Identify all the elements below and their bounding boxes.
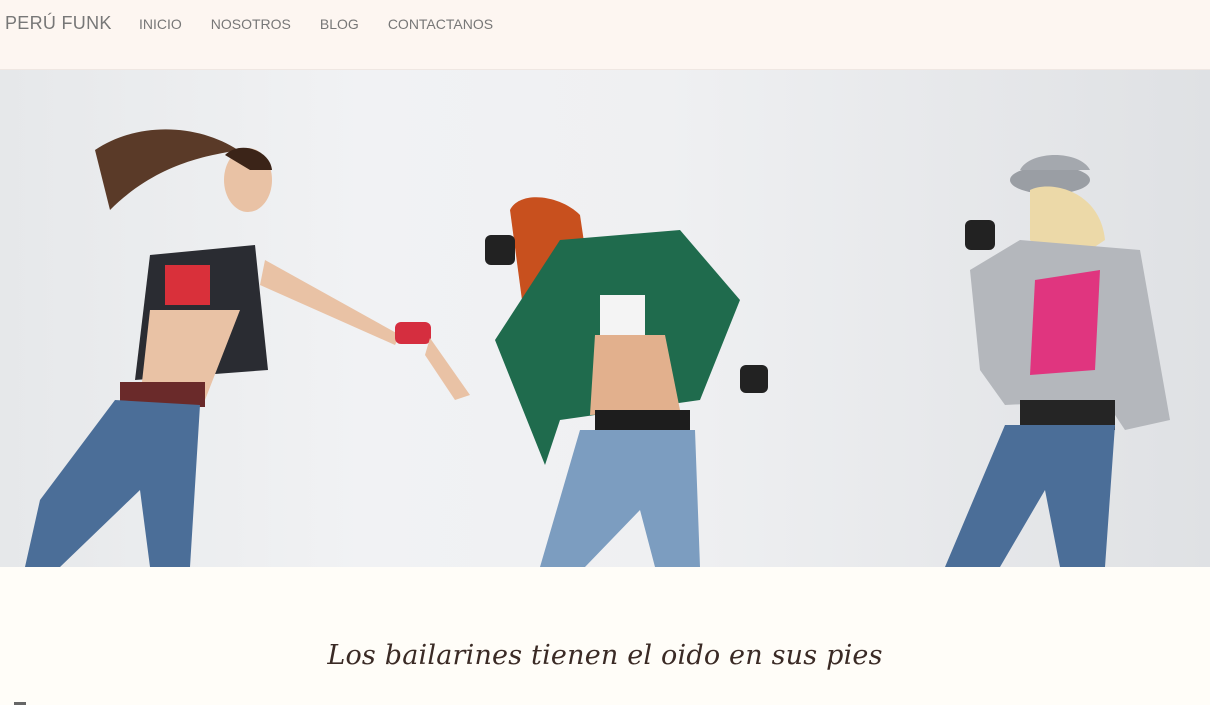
hero-dancers-illustration: [25, 129, 1170, 567]
hero-banner: [0, 70, 1210, 567]
dancer-right: [945, 155, 1170, 567]
top-navbar: PERÚ FUNK INICIO NOSOTROS BLOG CONTACTAN…: [0, 0, 1210, 70]
brand-logo[interactable]: PERÚ FUNK: [5, 13, 112, 34]
page-tagline: Los bailarines tienen el oido en sus pie…: [327, 640, 883, 671]
dancer-left: [25, 129, 470, 567]
nav-inicio[interactable]: INICIO: [139, 16, 182, 32]
main-nav: INICIO NOSOTROS BLOG CONTACTANOS: [139, 16, 522, 32]
nav-blog[interactable]: BLOG: [320, 16, 359, 32]
nav-nosotros[interactable]: NOSOTROS: [211, 16, 291, 32]
dancer-center: [485, 197, 768, 567]
nav-contactanos[interactable]: CONTACTANOS: [388, 16, 493, 32]
